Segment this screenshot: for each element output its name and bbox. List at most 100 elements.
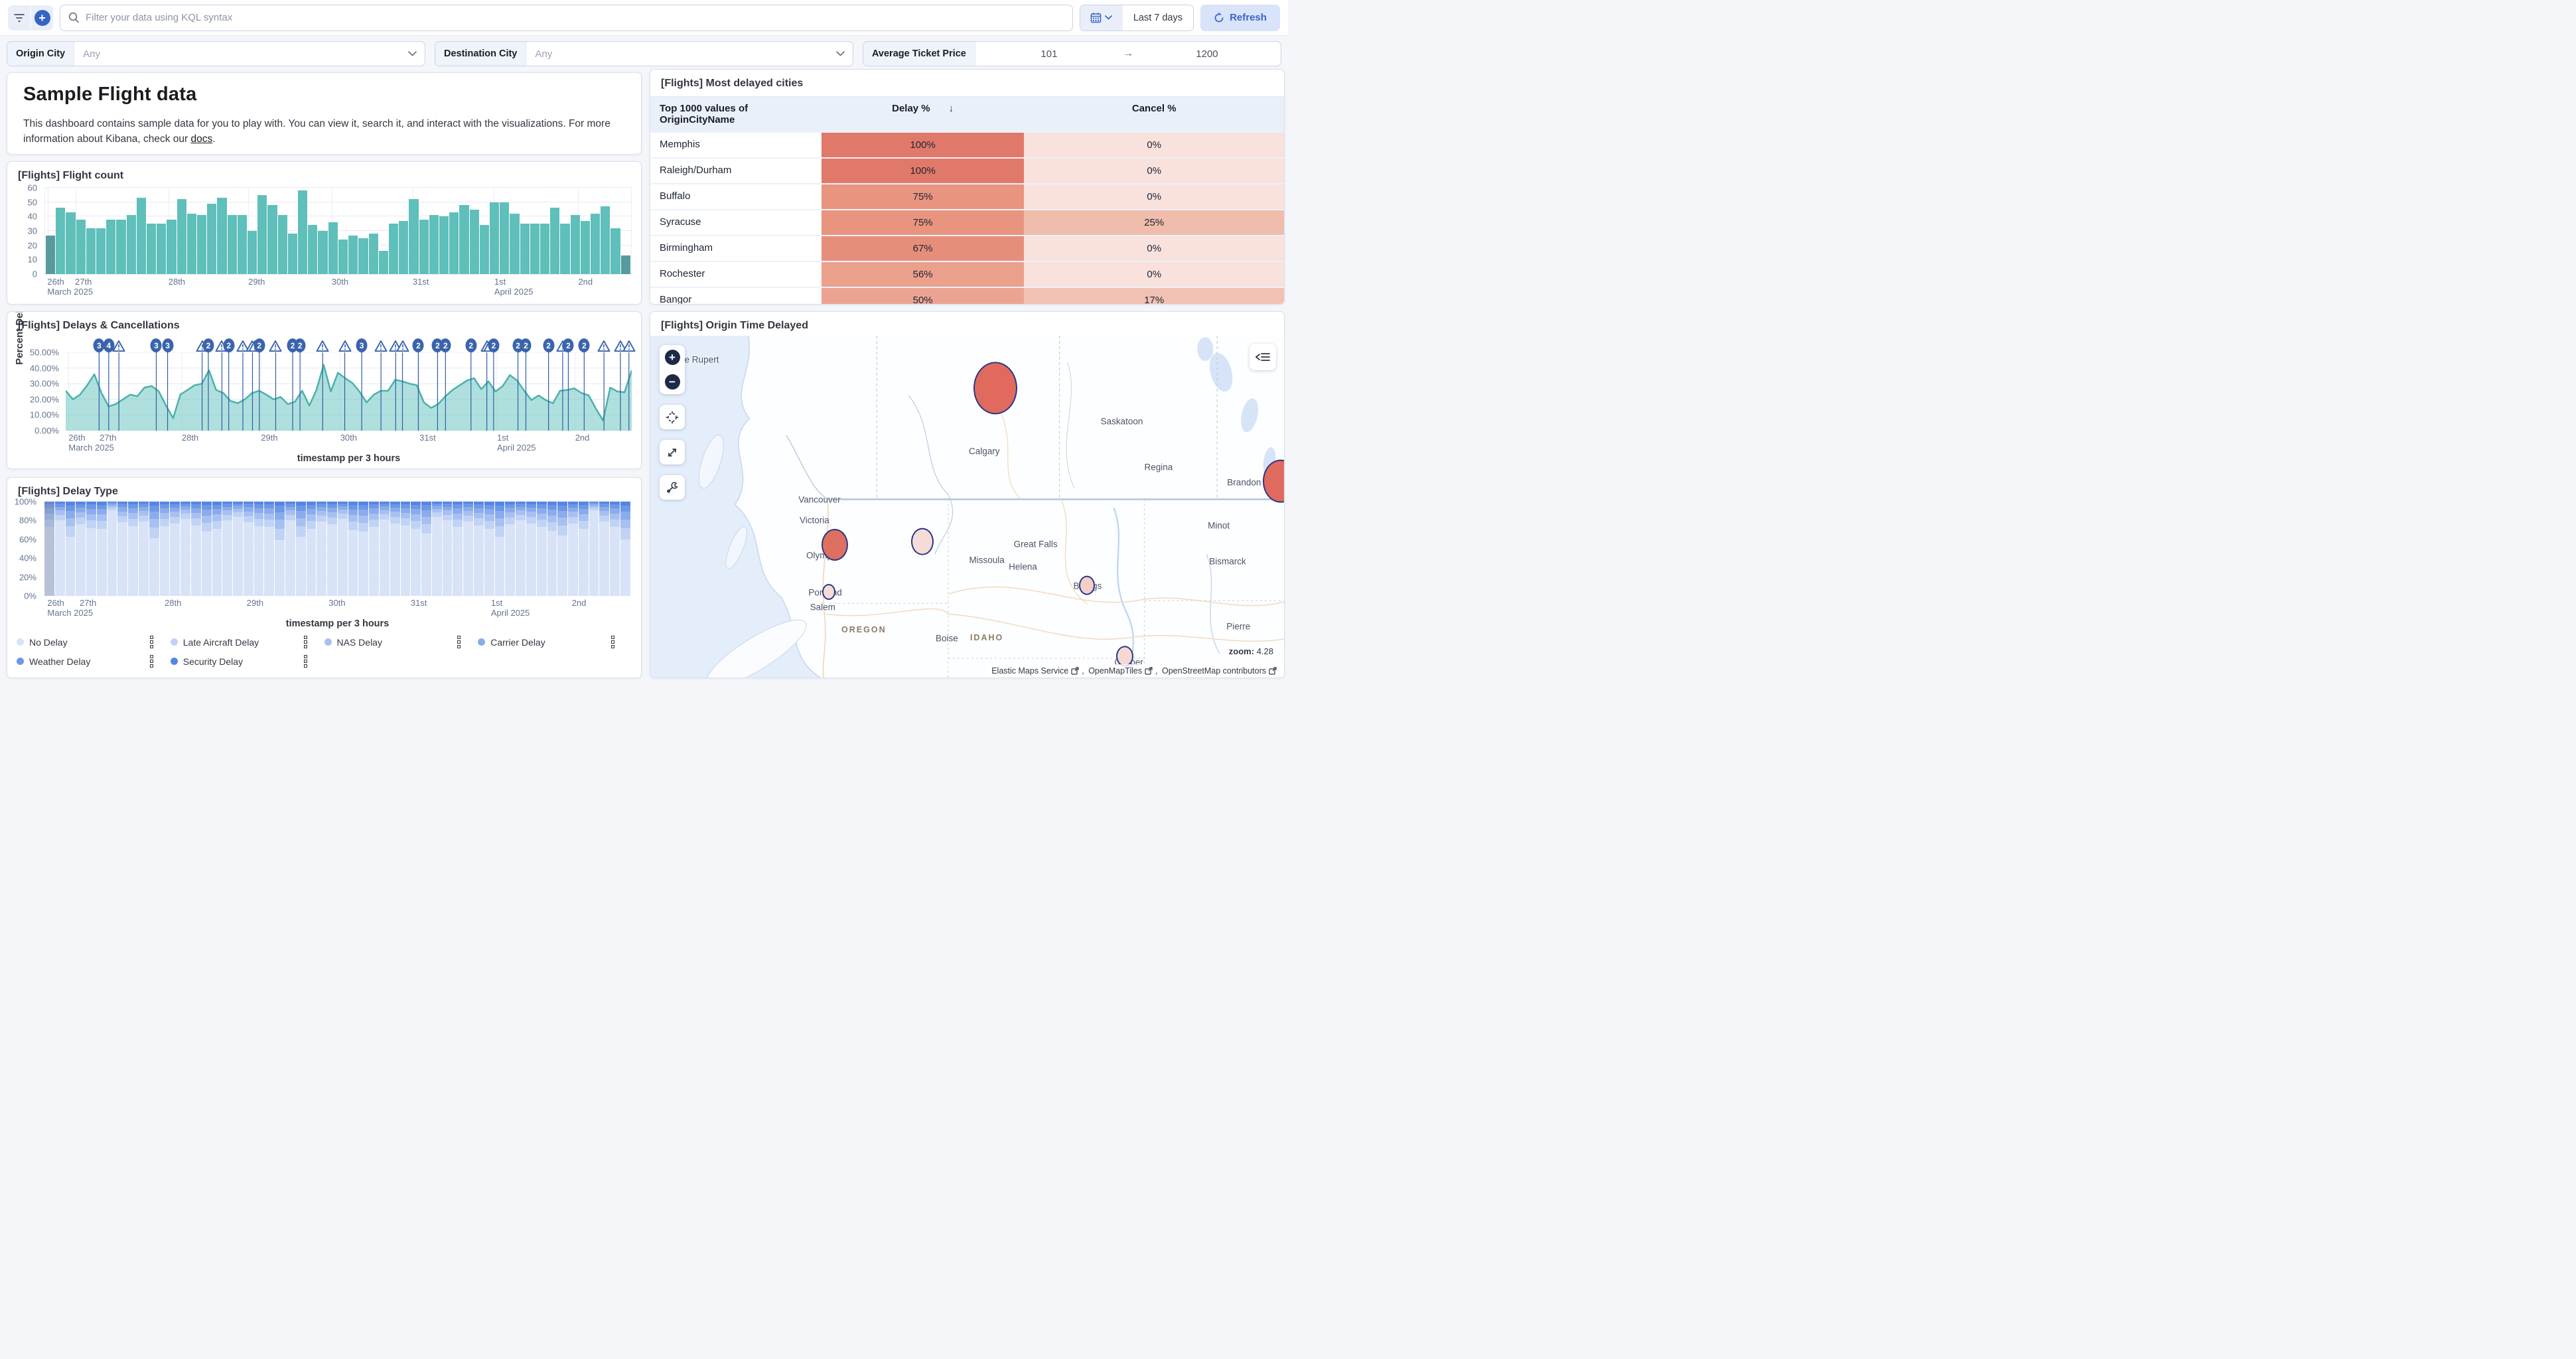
flight-count-bar[interactable]: [46, 236, 55, 275]
cancel-pct-cell[interactable]: 0%: [1024, 159, 1284, 183]
column-header-origin-city[interactable]: Top 1000 values of OriginCityName: [650, 97, 822, 131]
delay-type-bar[interactable]: [547, 502, 557, 596]
delay-type-bar[interactable]: [107, 502, 117, 596]
delay-type-bar[interactable]: [557, 502, 567, 596]
flight-count-bar[interactable]: [298, 190, 307, 274]
flight-count-bar[interactable]: [591, 214, 600, 274]
annotation-warning-icon[interactable]: [375, 340, 388, 352]
delay-type-bar[interactable]: [369, 502, 379, 596]
delay-type-bar[interactable]: [599, 502, 609, 596]
flight-count-chart[interactable]: 0102030405060: [44, 187, 632, 275]
delay-type-bar[interactable]: [327, 502, 337, 596]
flight-count-bar[interactable]: [480, 225, 489, 274]
legend-item[interactable]: Carrier Delay: [478, 636, 632, 648]
flight-count-bar[interactable]: [581, 221, 590, 274]
delay-pct-cell[interactable]: 50%: [822, 288, 1025, 305]
flight-count-bar[interactable]: [267, 205, 277, 274]
delay-type-bar[interactable]: [516, 502, 526, 596]
annotation-warning-icon[interactable]: [338, 340, 351, 352]
origin-delay-bubble[interactable]: [822, 584, 835, 600]
origin-delay-bubble[interactable]: [1079, 576, 1095, 595]
flight-count-bar[interactable]: [409, 199, 418, 274]
cancel-pct-cell[interactable]: 0%: [1024, 133, 1284, 157]
flight-count-bar[interactable]: [56, 208, 65, 274]
docs-link[interactable]: docs: [190, 133, 212, 145]
delay-type-bar[interactable]: [443, 502, 453, 596]
expand-button[interactable]: [660, 440, 685, 465]
legend-item[interactable]: No Delay: [17, 636, 171, 648]
delay-type-bar[interactable]: [97, 502, 107, 596]
refresh-button[interactable]: Refresh: [1200, 5, 1280, 31]
delay-type-bar[interactable]: [117, 502, 127, 596]
flight-count-bar[interactable]: [358, 238, 368, 274]
origin-delay-bubble[interactable]: [973, 362, 1017, 415]
city-cell[interactable]: Memphis: [650, 133, 822, 157]
flight-count-bar[interactable]: [278, 215, 287, 274]
zoom-in-button[interactable]: +: [660, 345, 685, 370]
delay-pct-cell[interactable]: 100%: [822, 133, 1025, 157]
flight-count-bar[interactable]: [238, 215, 247, 274]
legend-item[interactable]: Weather Delay: [17, 655, 171, 668]
delay-type-bar[interactable]: [568, 502, 578, 596]
legend-actions-icon[interactable]: [611, 636, 614, 648]
delay-type-bar[interactable]: [244, 502, 253, 596]
cancel-pct-cell[interactable]: 17%: [1024, 288, 1284, 305]
delay-type-bar[interactable]: [212, 502, 222, 596]
delay-type-bar[interactable]: [526, 502, 536, 596]
annotation-count-badge[interactable]: 2: [253, 338, 265, 352]
delay-pct-cell[interactable]: 100%: [822, 159, 1025, 183]
cancel-pct-cell[interactable]: 0%: [1024, 184, 1284, 209]
flight-count-bar[interactable]: [187, 214, 196, 274]
flight-count-bar[interactable]: [399, 221, 408, 274]
delay-type-bar[interactable]: [170, 502, 180, 596]
flight-count-bar[interactable]: [449, 212, 459, 274]
flight-count-bar[interactable]: [560, 224, 569, 274]
flight-count-bar[interactable]: [621, 255, 630, 274]
city-cell[interactable]: Raleigh/Durham: [650, 159, 822, 183]
legend-item[interactable]: NAS Delay: [324, 636, 478, 648]
flight-count-bar[interactable]: [540, 224, 549, 274]
delay-type-bar[interactable]: [202, 502, 212, 596]
delay-type-bar[interactable]: [307, 502, 317, 596]
flight-count-bar[interactable]: [127, 215, 136, 274]
flight-count-bar[interactable]: [228, 215, 237, 274]
origin-delay-bubble[interactable]: [911, 528, 934, 555]
crosshair-button[interactable]: [660, 405, 685, 429]
annotation-count-badge[interactable]: 2: [295, 338, 306, 352]
flight-count-bar[interactable]: [500, 202, 509, 274]
delay-type-bar[interactable]: [589, 502, 599, 596]
flight-count-bar[interactable]: [348, 236, 358, 275]
delay-pct-cell[interactable]: 56%: [822, 262, 1025, 287]
flight-count-bar[interactable]: [66, 212, 75, 274]
annotation-count-badge[interactable]: 2: [465, 338, 476, 352]
legend-actions-icon[interactable]: [457, 636, 461, 648]
search-input[interactable]: [86, 12, 1064, 23]
annotation-warning-icon[interactable]: [113, 340, 125, 352]
legend-actions-icon[interactable]: [304, 655, 307, 668]
delay-type-bar[interactable]: [463, 502, 473, 596]
kql-search-bar[interactable]: [60, 5, 1073, 31]
flight-count-bar[interactable]: [318, 231, 327, 274]
delay-type-bar[interactable]: [254, 502, 264, 596]
annotation-count-badge[interactable]: 3: [356, 338, 368, 352]
flight-count-bar[interactable]: [137, 198, 146, 274]
delay-type-bar[interactable]: [495, 502, 505, 596]
legend-actions-icon[interactable]: [304, 636, 307, 648]
annotation-count-badge[interactable]: 2: [440, 338, 451, 352]
annotation-count-badge[interactable]: 3: [162, 338, 173, 352]
attribution-link[interactable]: Elastic Maps Service: [991, 666, 1068, 676]
delay-type-bar[interactable]: [264, 502, 274, 596]
map-canvas[interactable]: Prince RupertSaskatoonCalgaryReginaVanco…: [650, 336, 1284, 678]
flight-count-bar[interactable]: [550, 208, 559, 274]
flight-count-bar[interactable]: [419, 220, 429, 274]
cancel-pct-cell[interactable]: 0%: [1024, 262, 1284, 287]
flight-count-bar[interactable]: [217, 198, 226, 274]
add-filter-button[interactable]: +: [31, 5, 53, 31]
delay-type-bar[interactable]: [149, 502, 159, 596]
annotation-count-badge[interactable]: 2: [223, 338, 234, 352]
flight-count-bar[interactable]: [520, 224, 530, 274]
delay-pct-cell[interactable]: 67%: [822, 236, 1025, 261]
delay-type-bar[interactable]: [358, 502, 368, 596]
delay-type-bar[interactable]: [180, 502, 190, 596]
city-cell[interactable]: Birmingham: [650, 236, 822, 261]
